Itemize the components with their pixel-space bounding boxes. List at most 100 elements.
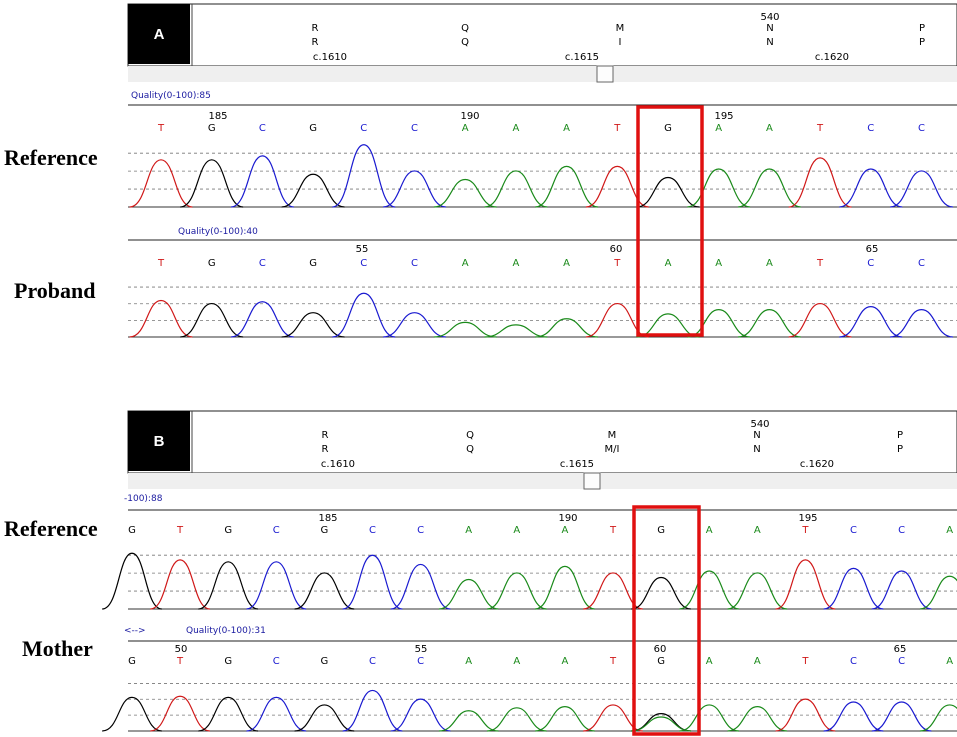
- aa-top-1: R: [312, 23, 319, 34]
- trace-peak: [535, 165, 599, 208]
- base-call: A: [561, 656, 568, 667]
- base-call: C: [369, 656, 376, 667]
- trace-peak: [281, 312, 345, 338]
- pos-195-b: 195: [798, 513, 817, 524]
- trace-peak: [687, 309, 751, 338]
- trace-peak: [294, 704, 355, 732]
- pos-60-mother: 60: [654, 644, 667, 655]
- aa-bottom-3-b: M/I: [605, 444, 620, 455]
- trace-peak: [679, 704, 740, 732]
- trace-peak: [788, 157, 852, 208]
- base-call: C: [411, 123, 418, 134]
- trace-peak: [383, 312, 446, 338]
- quality-ref-b: -100):88: [124, 494, 163, 504]
- pos-185-a: 185: [208, 111, 227, 122]
- base-call: A: [462, 123, 469, 134]
- trace-peak: [150, 695, 211, 732]
- base-call: A: [946, 525, 953, 536]
- trace-peak: [433, 321, 497, 338]
- aa-bottom-2: Q: [461, 37, 469, 48]
- codon-number-b: 540: [750, 419, 769, 430]
- trace-peak: [102, 696, 162, 732]
- base-call: C: [360, 123, 367, 134]
- base-call: A: [512, 123, 519, 134]
- base-call: A: [465, 656, 472, 667]
- quality-proband: Quality(0-100):40: [178, 227, 258, 237]
- pos-65-mother: 65: [894, 644, 907, 655]
- pos-190-b: 190: [558, 513, 577, 524]
- chromatogram-proband: TGCGCCAAATAAATCC: [128, 258, 957, 338]
- aa-bottom-5-b: P: [897, 444, 903, 455]
- trace-peak: [737, 309, 801, 338]
- base-call: C: [259, 123, 266, 134]
- base-call: A: [706, 656, 713, 667]
- base-call: C: [417, 656, 424, 667]
- scroll-thumb-a[interactable]: [596, 65, 614, 83]
- trace-peak: [438, 710, 499, 732]
- side-label-reference-a: Reference: [4, 145, 98, 170]
- trace-peak: [342, 689, 403, 732]
- base-call: A: [754, 656, 761, 667]
- base-call: G: [128, 656, 136, 667]
- base-call: A: [513, 656, 520, 667]
- scroll-thumb-b[interactable]: [583, 472, 601, 490]
- base-call: G: [321, 525, 329, 536]
- pos-185-b: 185: [318, 513, 337, 524]
- pos-55-proband: 55: [356, 244, 369, 255]
- base-call: C: [259, 258, 266, 269]
- side-label-reference-b: Reference: [4, 516, 98, 541]
- base-call: T: [801, 525, 809, 536]
- base-call: A: [512, 258, 519, 269]
- trace-peak: [438, 578, 499, 610]
- trace-peak: [198, 696, 259, 732]
- trace-peak: [631, 713, 691, 732]
- base-call: T: [816, 123, 824, 134]
- aa-bottom-4-b: N: [753, 444, 760, 455]
- base-call: A: [462, 258, 469, 269]
- panel-b: B R Q M N P 540 R Q M/I N P c.1610 c.161…: [4, 410, 957, 736]
- quality-ref-a: Quality(0-100):85: [131, 91, 211, 101]
- side-label-proband: Proband: [14, 278, 96, 303]
- aa-bottom-3: I: [619, 37, 622, 48]
- scroll-track-b[interactable]: [128, 473, 957, 489]
- base-call: A: [766, 123, 773, 134]
- base-call: C: [867, 258, 874, 269]
- base-call: C: [369, 525, 376, 536]
- aa-top-2-b: Q: [466, 430, 474, 441]
- base-call: C: [918, 258, 925, 269]
- base-call: C: [850, 525, 857, 536]
- base-call: C: [273, 656, 280, 667]
- trace-peak: [823, 567, 884, 610]
- pos-60-proband: 60: [610, 244, 623, 255]
- base-call: A: [465, 525, 472, 536]
- base-call: T: [801, 656, 809, 667]
- trace-peak: [823, 701, 884, 732]
- trace-peak: [332, 144, 396, 208]
- base-call: G: [657, 525, 665, 536]
- trace-peak: [486, 707, 547, 732]
- side-label-mother: Mother: [22, 636, 93, 661]
- trace-peak: [631, 576, 692, 610]
- base-call: C: [417, 525, 424, 536]
- base-call: T: [613, 123, 621, 134]
- base-call: C: [898, 656, 905, 667]
- base-call: C: [411, 258, 418, 269]
- codon-number-a: 540: [760, 12, 779, 23]
- chromatogram-mother: GTGCGCCAAATGAATCCA: [102, 656, 957, 732]
- trace-peak: [687, 168, 751, 208]
- trace-peak: [332, 292, 396, 338]
- base-call: C: [918, 123, 925, 134]
- trace-peak: [390, 563, 451, 610]
- pos-65-proband: 65: [866, 244, 879, 255]
- base-call: T: [157, 123, 165, 134]
- panel-letter-a: A: [154, 26, 165, 43]
- base-call: A: [766, 258, 773, 269]
- scroll-track-a[interactable]: [128, 66, 957, 82]
- trace-peak: [636, 176, 700, 208]
- aa-top-1-b: R: [322, 430, 329, 441]
- base-call: G: [309, 258, 317, 269]
- base-call: A: [513, 525, 520, 536]
- trace-peak: [679, 570, 740, 610]
- base-call: A: [754, 525, 761, 536]
- pos-55-mother: 55: [415, 644, 428, 655]
